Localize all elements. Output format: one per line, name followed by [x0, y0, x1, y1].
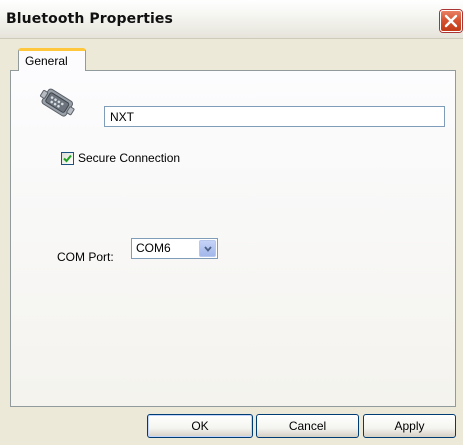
cancel-button[interactable]: Cancel: [256, 414, 359, 438]
apply-button[interactable]: Apply: [363, 414, 456, 438]
tab-general[interactable]: General: [18, 48, 86, 71]
close-button[interactable]: [440, 10, 462, 32]
secure-connection-label[interactable]: Secure Connection: [78, 151, 180, 165]
tab-bar: General: [0, 38, 463, 71]
checkmark-icon: [63, 154, 72, 163]
tab-label: General: [25, 54, 68, 68]
com-port-select[interactable]: COM6: [131, 238, 218, 259]
chevron-down-icon: [204, 246, 212, 252]
ok-button[interactable]: OK: [147, 414, 253, 438]
title-bar[interactable]: Bluetooth Properties: [0, 0, 463, 39]
serial-port-icon: [40, 88, 75, 117]
secure-connection-checkbox[interactable]: [61, 152, 74, 165]
window-title: Bluetooth Properties: [6, 11, 173, 27]
com-port-label: COM Port:: [57, 250, 114, 264]
device-name-field[interactable]: [104, 106, 445, 127]
close-icon: [444, 14, 458, 28]
general-panel: Secure Connection COM Port: COM6: [10, 70, 456, 407]
com-port-value: COM6: [136, 241, 171, 255]
bluetooth-properties-dialog: Bluetooth Properties General NXT Secure …: [0, 0, 463, 445]
dropdown-button[interactable]: [199, 240, 216, 257]
